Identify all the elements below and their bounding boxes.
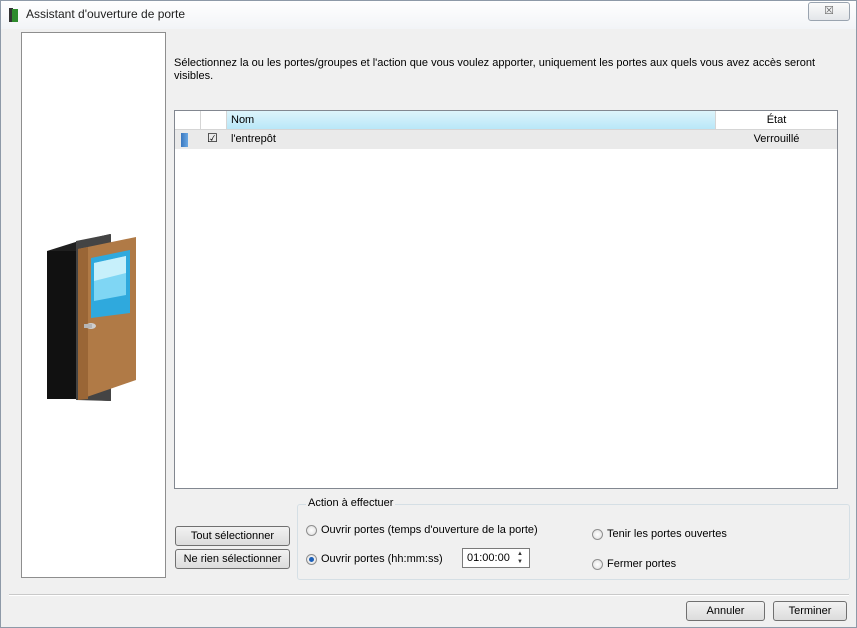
row-nom: l'entrepôt — [231, 133, 276, 145]
radio-hold-open[interactable] — [592, 529, 603, 540]
radio-open-door-time-label[interactable]: Ouvrir portes (temps d'ouverture de la p… — [321, 524, 538, 536]
radio-hold-open-label[interactable]: Tenir les portes ouvertes — [607, 528, 727, 540]
time-value[interactable]: 01:00:00 — [467, 552, 510, 564]
action-group — [297, 504, 850, 580]
door-marker-icon — [181, 133, 188, 147]
spin-up-icon[interactable]: ▲ — [513, 550, 527, 558]
row-checkbox[interactable]: ☑ — [207, 131, 218, 145]
footer-separator — [9, 594, 849, 596]
select-none-button[interactable]: Ne rien sélectionner — [175, 549, 290, 569]
door-illustration — [47, 234, 136, 401]
radio-close-doors[interactable] — [592, 559, 603, 570]
time-spinner[interactable]: ▲ ▼ — [513, 550, 527, 566]
header-marker-column — [175, 111, 201, 129]
instruction-text: Sélectionnez la ou les portes/groupes et… — [174, 57, 816, 82]
radio-close-doors-label[interactable]: Fermer portes — [607, 558, 676, 570]
radio-open-door-time[interactable] — [306, 525, 317, 536]
table-row[interactable]: ☑ l'entrepôt Verrouillé — [175, 130, 837, 149]
title-bar: Assistant d'ouverture de porte ☒ — [1, 1, 856, 29]
radio-open-hhmmss[interactable] — [306, 554, 317, 565]
door-illustration-panel — [21, 32, 166, 578]
wizard-window: Assistant d'ouverture de porte ☒ Sélecti… — [0, 0, 857, 628]
header-check-column — [201, 111, 227, 129]
time-input[interactable]: 01:00:00 ▲ ▼ — [462, 548, 530, 568]
row-etat: Verrouillé — [753, 133, 800, 145]
door-list[interactable]: Nom État ☑ l'entrepôt Verrouillé — [174, 110, 838, 489]
column-header-nom[interactable]: Nom — [227, 111, 716, 129]
select-all-button[interactable]: Tout sélectionner — [175, 526, 290, 546]
finish-button[interactable]: Terminer — [773, 601, 847, 621]
radio-open-hhmmss-label[interactable]: Ouvrir portes (hh:mm:ss) — [321, 553, 443, 565]
cancel-button[interactable]: Annuler — [686, 601, 765, 621]
door-app-icon — [9, 8, 18, 22]
window-title: Assistant d'ouverture de porte — [26, 7, 186, 21]
list-header: Nom État — [175, 111, 837, 130]
action-group-legend: Action à effectuer — [306, 497, 396, 509]
column-header-etat[interactable]: État — [716, 111, 837, 129]
close-icon: ☒ — [824, 5, 834, 17]
spin-down-icon[interactable]: ▼ — [513, 558, 527, 566]
close-button[interactable]: ☒ — [808, 2, 850, 21]
